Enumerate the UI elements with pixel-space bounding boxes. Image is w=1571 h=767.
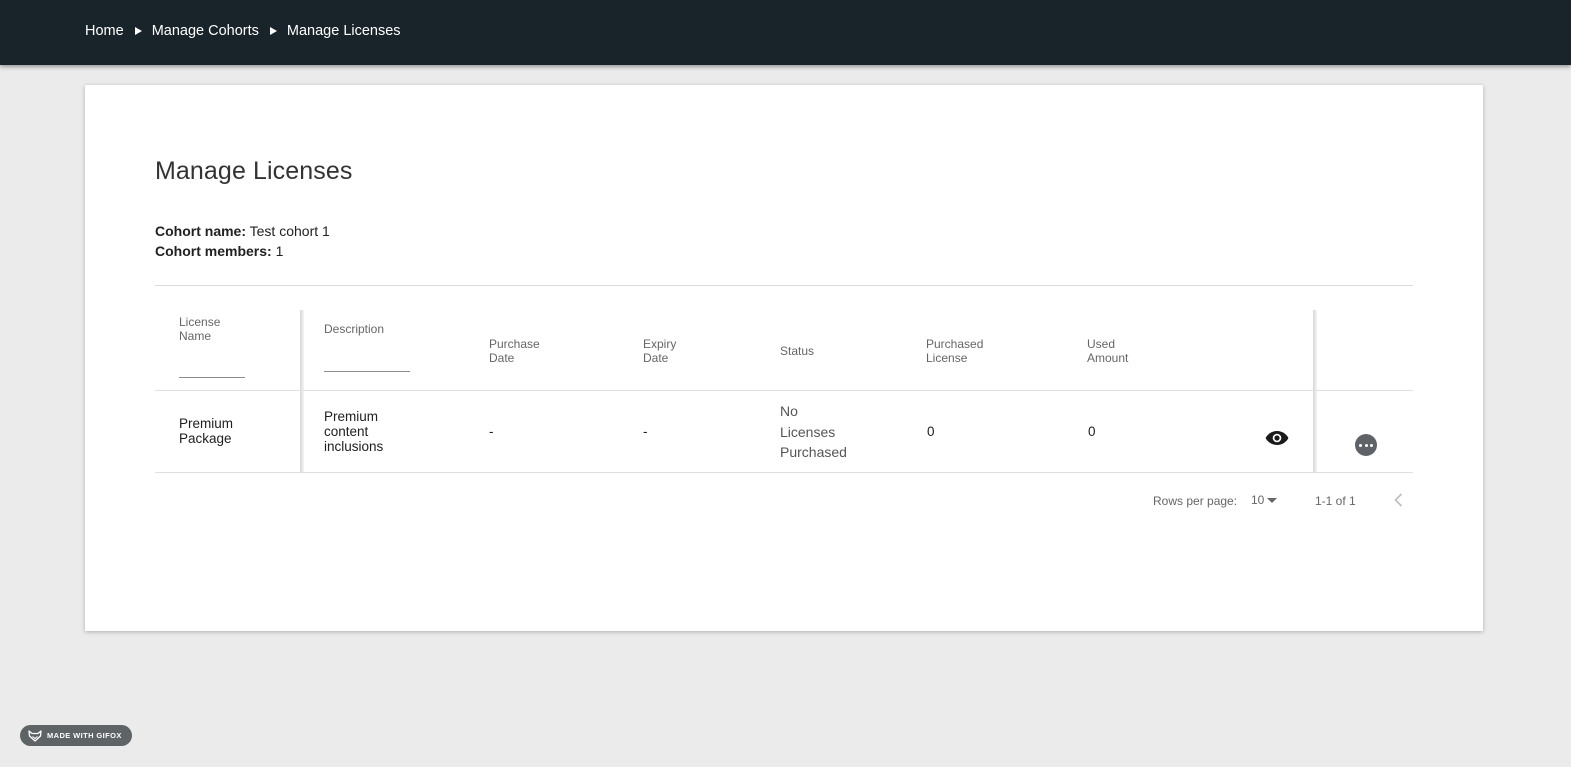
cohort-members-line: Cohort members: 1 bbox=[155, 243, 283, 259]
header-used-amount-line2: Amount bbox=[1087, 351, 1129, 365]
cell-expiry-date: - bbox=[643, 424, 648, 439]
licenses-table: License Name Description Purchase Date E… bbox=[155, 310, 1413, 473]
header-expiry-date-line2: Date bbox=[643, 351, 669, 365]
rows-per-page-label: Rows per page: bbox=[1153, 494, 1238, 508]
breadcrumb: Home Manage Cohorts Manage Licenses bbox=[85, 23, 401, 39]
cohort-name-label: Cohort name: bbox=[155, 223, 246, 239]
pagination-range: 1-1 of 1 bbox=[1315, 494, 1356, 508]
breadcrumb-manage-licenses[interactable]: Manage Licenses bbox=[287, 23, 401, 39]
rows-per-page-value: 10 bbox=[1251, 493, 1265, 507]
header-license-name-line2: Name bbox=[179, 329, 212, 343]
cell-description-line1: Premium bbox=[324, 409, 379, 424]
content-card: Manage Licenses Cohort name: Test cohort… bbox=[85, 85, 1483, 631]
header-description[interactable]: Description bbox=[324, 322, 384, 336]
header-used-amount[interactable]: Used Amount bbox=[1087, 337, 1128, 365]
header-status[interactable]: Status bbox=[780, 344, 814, 358]
cell-license-name-line2: Package bbox=[179, 431, 232, 446]
cell-used-amount: 0 bbox=[1088, 424, 1096, 439]
cohort-name-line: Cohort name: Test cohort 1 bbox=[155, 223, 330, 239]
chevron-left-icon[interactable] bbox=[1394, 493, 1403, 507]
header-license-name[interactable]: License Name bbox=[179, 315, 220, 343]
cohort-name-value: Test cohort 1 bbox=[249, 223, 330, 239]
cell-description-line2: content bbox=[324, 424, 369, 439]
cell-purchase-date: - bbox=[489, 424, 494, 439]
page-title: Manage Licenses bbox=[155, 157, 353, 185]
more-horizontal-icon[interactable] bbox=[1355, 434, 1377, 456]
cohort-members-value: 1 bbox=[275, 243, 284, 259]
cell-status: No Licenses Purchased bbox=[780, 401, 847, 463]
rows-per-page-select[interactable]: 10 bbox=[1251, 493, 1278, 507]
cell-license-name-line1: Premium bbox=[179, 416, 234, 431]
breadcrumb-home[interactable]: Home bbox=[85, 23, 124, 39]
description-filter-input[interactable] bbox=[324, 371, 410, 372]
header-license-name-line1: License bbox=[179, 315, 221, 329]
header-row-border bbox=[155, 390, 1413, 391]
header-expiry-date[interactable]: Expiry Date bbox=[643, 337, 676, 365]
cell-status-line2: Licenses bbox=[780, 423, 836, 440]
cell-status-line3: Purchased bbox=[780, 444, 847, 460]
header-expiry-date-line1: Expiry bbox=[643, 337, 677, 351]
cell-status-line1: No bbox=[780, 403, 798, 419]
fox-icon bbox=[28, 729, 42, 742]
row-border bbox=[155, 472, 1413, 473]
cell-purchased-license: 0 bbox=[927, 424, 935, 439]
gifox-badge: MADE WITH GIFOX bbox=[20, 725, 132, 746]
chevron-right-icon bbox=[269, 27, 277, 35]
cell-description-line3: inclusions bbox=[324, 439, 384, 454]
caret-down-icon bbox=[1267, 497, 1278, 503]
breadcrumb-manage-cohorts[interactable]: Manage Cohorts bbox=[152, 23, 259, 39]
header-used-amount-line1: Used bbox=[1087, 337, 1116, 351]
cohort-members-label: Cohort members: bbox=[155, 243, 272, 259]
eye-icon[interactable] bbox=[1265, 430, 1289, 446]
header-purchased-license-line1: Purchased bbox=[926, 337, 984, 351]
gifox-badge-text: MADE WITH GIFOX bbox=[47, 731, 122, 740]
header-purchase-date[interactable]: Purchase Date bbox=[489, 337, 540, 365]
header-purchase-date-line1: Purchase bbox=[489, 337, 540, 351]
frozen-column-shadow bbox=[300, 310, 304, 473]
header-purchase-date-line2: Date bbox=[489, 351, 515, 365]
cell-license-name: Premium Package bbox=[179, 416, 233, 446]
license-name-filter-input[interactable] bbox=[179, 377, 245, 378]
cell-description: Premium content inclusions bbox=[324, 409, 383, 454]
frozen-actions-column-shadow bbox=[1313, 310, 1317, 473]
top-navigation-bar: Home Manage Cohorts Manage Licenses bbox=[0, 0, 1571, 65]
chevron-right-icon bbox=[134, 27, 142, 35]
divider bbox=[155, 285, 1413, 286]
header-purchased-license[interactable]: Purchased License bbox=[926, 337, 983, 365]
header-purchased-license-line2: License bbox=[926, 351, 968, 365]
